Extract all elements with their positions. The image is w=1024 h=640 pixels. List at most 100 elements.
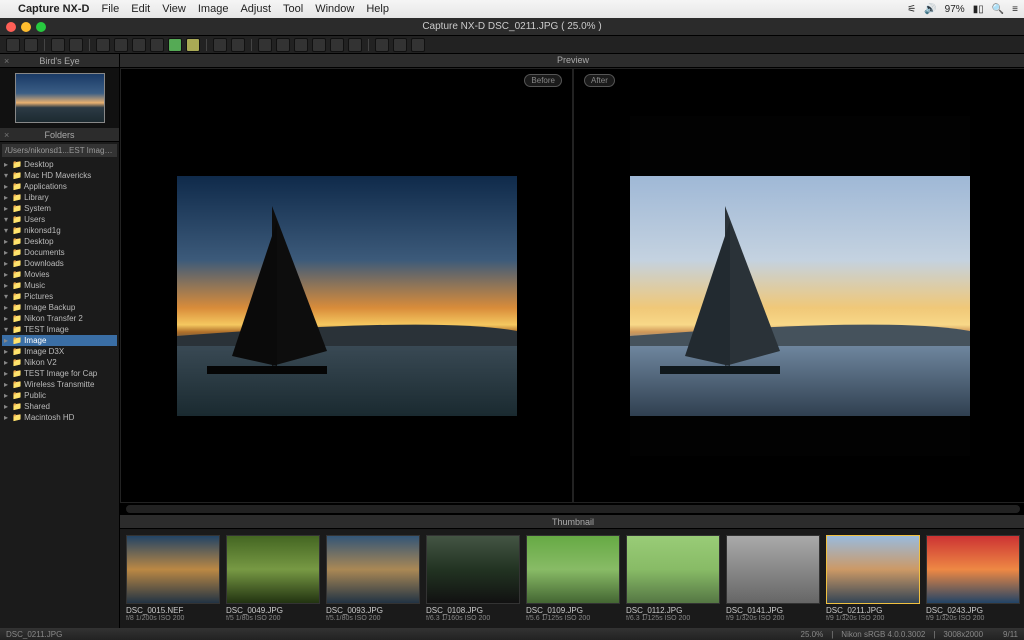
tree-node[interactable]: ▸📁 Public (2, 390, 117, 401)
preview-title: Preview (557, 55, 589, 65)
layout-4-button[interactable] (150, 38, 164, 52)
notif-icon[interactable]: ≡ (1012, 4, 1018, 15)
tree-node[interactable]: ▸📁 Shared (2, 401, 117, 412)
window-title: Capture NX-D DSC_0211.JPG ( 25.0% ) (422, 21, 601, 32)
thumbnail-item[interactable]: DSC_0108.JPGf/6.3 1/160s ISO 200 (426, 535, 520, 622)
tree-node[interactable]: ▸📁 TEST Image for Cap (2, 368, 117, 379)
status-filename: DSC_0211.JPG (6, 630, 62, 639)
thumbnail-item[interactable]: DSC_0112.JPGf/6.3 1/125s ISO 200 (626, 535, 720, 622)
rating-button[interactable] (375, 38, 389, 52)
preview-panel-header: Preview (120, 54, 1024, 68)
tree-node[interactable]: ▾📁 Mac HD Mavericks (2, 170, 117, 181)
tree-node[interactable]: ▸📁 System (2, 203, 117, 214)
wb-picker-button[interactable] (348, 38, 362, 52)
layout-2-button[interactable] (114, 38, 128, 52)
tree-node[interactable]: ▾📁 Pictures (2, 291, 117, 302)
spotlight-icon[interactable]: 🔍 (992, 4, 1004, 15)
layout-1-button[interactable] (96, 38, 110, 52)
layout-3-button[interactable] (132, 38, 146, 52)
folder-tree[interactable]: /Users/nikonsd1...EST Image/Image ▸📁 Des… (0, 142, 119, 628)
volume-icon[interactable]: 🔊 (924, 4, 936, 15)
thumbnail-item[interactable]: DSC_0243.JPGf/9 1/320s ISO 200 (926, 535, 1020, 622)
crop-tool-button[interactable] (294, 38, 308, 52)
thumbnail-item[interactable]: DSC_0141.JPGf/9 1/320s ISO 200 (726, 535, 820, 622)
rotate-ccw-button[interactable] (213, 38, 227, 52)
before-image (177, 116, 517, 456)
tree-node[interactable]: ▸📁 Nikon Transfer 2 (2, 313, 117, 324)
rotate-cw-button[interactable] (231, 38, 245, 52)
app-name-menu[interactable]: Capture NX-D (18, 3, 90, 15)
menu-window[interactable]: Window (315, 3, 354, 15)
tree-node[interactable]: ▸📁 Music (2, 280, 117, 291)
thumbnail-item[interactable]: DSC_0049.JPGf/5 1/80s ISO 200 (226, 535, 320, 622)
battery-icon[interactable]: ▮▯ (973, 4, 984, 15)
thumbnail-title: Thumbnail (552, 517, 594, 527)
thumbnail-item[interactable]: DSC_0093.JPGf/5.1/80s ISO 200 (326, 535, 420, 622)
birdseye-close-icon[interactable]: × (4, 56, 9, 66)
pan-tool-button[interactable] (258, 38, 272, 52)
status-dims: 3008x2000 (943, 630, 983, 639)
status-bar: DSC_0211.JPG 25.0% | Nikon sRGB 4.0.0.30… (0, 628, 1024, 640)
print-button[interactable] (6, 38, 20, 52)
birdseye-title: Bird's Eye (39, 56, 79, 66)
tree-node[interactable]: ▸📁 Downloads (2, 258, 117, 269)
minimize-window-button[interactable] (21, 22, 31, 32)
window-titlebar: Capture NX-D DSC_0211.JPG ( 25.0% ) (0, 18, 1024, 36)
sample-tool-button[interactable] (330, 38, 344, 52)
before-badge: Before (524, 74, 562, 87)
after-badge: After (584, 74, 615, 87)
tree-node[interactable]: ▾📁 TEST Image (2, 324, 117, 335)
birdseye-panel-header: × Bird's Eye (0, 54, 119, 68)
thumbnail-panel-header: Thumbnail (120, 515, 1024, 529)
tree-node[interactable]: ▸📁 Wireless Transmitte (2, 379, 117, 390)
birdseye-view[interactable] (0, 68, 119, 128)
tree-node[interactable]: ▸📁 Documents (2, 247, 117, 258)
compare-button[interactable] (168, 38, 182, 52)
menu-adjust[interactable]: Adjust (240, 3, 271, 15)
nav-fwd-button[interactable] (69, 38, 83, 52)
tree-node[interactable]: ▸📁 Desktop (2, 236, 117, 247)
preview-area[interactable]: Before After (120, 68, 1024, 503)
folders-close-icon[interactable]: × (4, 130, 9, 140)
zoom-window-button[interactable] (36, 22, 46, 32)
tree-node[interactable]: ▾📁 Users (2, 214, 117, 225)
status-profile: Nikon sRGB 4.0.0.3002 (841, 630, 925, 639)
wifi-icon[interactable]: ⚟ (907, 4, 916, 15)
tree-node[interactable]: ▸📁 Applications (2, 181, 117, 192)
layout-6-button[interactable] (186, 38, 200, 52)
label-button[interactable] (393, 38, 407, 52)
tree-node[interactable]: ▸📁 Desktop (2, 159, 117, 170)
thumbnail-item[interactable]: DSC_0015.NEFf/8 1/200s ISO 200 (126, 535, 220, 622)
tree-node[interactable]: ▸📁 Image Backup (2, 302, 117, 313)
menu-tool[interactable]: Tool (283, 3, 303, 15)
export-button[interactable] (24, 38, 38, 52)
menu-view[interactable]: View (162, 3, 186, 15)
menu-edit[interactable]: Edit (131, 3, 150, 15)
filter-button[interactable] (411, 38, 425, 52)
os-menubar: Capture NX-D File Edit View Image Adjust… (0, 0, 1024, 18)
status-index: 9/11 (1003, 630, 1018, 639)
folders-panel-header: × Folders (0, 128, 119, 142)
app-toolbar (0, 36, 1024, 54)
tree-node[interactable]: ▾📁 nikonsd1g (2, 225, 117, 236)
folders-title: Folders (44, 130, 74, 140)
menu-help[interactable]: Help (366, 3, 389, 15)
close-window-button[interactable] (6, 22, 16, 32)
tree-node[interactable]: ▸📁 Image D3X (2, 346, 117, 357)
tree-node[interactable]: ▸📁 Movies (2, 269, 117, 280)
after-image (630, 116, 970, 456)
thumbnail-item[interactable]: DSC_0211.JPGf/9 1/320s ISO 200 (826, 535, 920, 622)
preview-scrollbar[interactable] (126, 505, 1020, 513)
thumbnail-strip[interactable]: DSC_0015.NEFf/8 1/200s ISO 200DSC_0049.J… (120, 529, 1024, 628)
straighten-tool-button[interactable] (312, 38, 326, 52)
tree-node[interactable]: ▸📁 Image (2, 335, 117, 346)
current-path: /Users/nikonsd1...EST Image/Image (2, 144, 117, 157)
tree-node[interactable]: ▸📁 Nikon V2 (2, 357, 117, 368)
thumbnail-item[interactable]: DSC_0109.JPGf/5.6 1/125s ISO 200 (526, 535, 620, 622)
tree-node[interactable]: ▸📁 Macintosh HD (2, 412, 117, 423)
nav-back-button[interactable] (51, 38, 65, 52)
menu-file[interactable]: File (102, 3, 120, 15)
zoom-tool-button[interactable] (276, 38, 290, 52)
tree-node[interactable]: ▸📁 Library (2, 192, 117, 203)
menu-image[interactable]: Image (198, 3, 229, 15)
